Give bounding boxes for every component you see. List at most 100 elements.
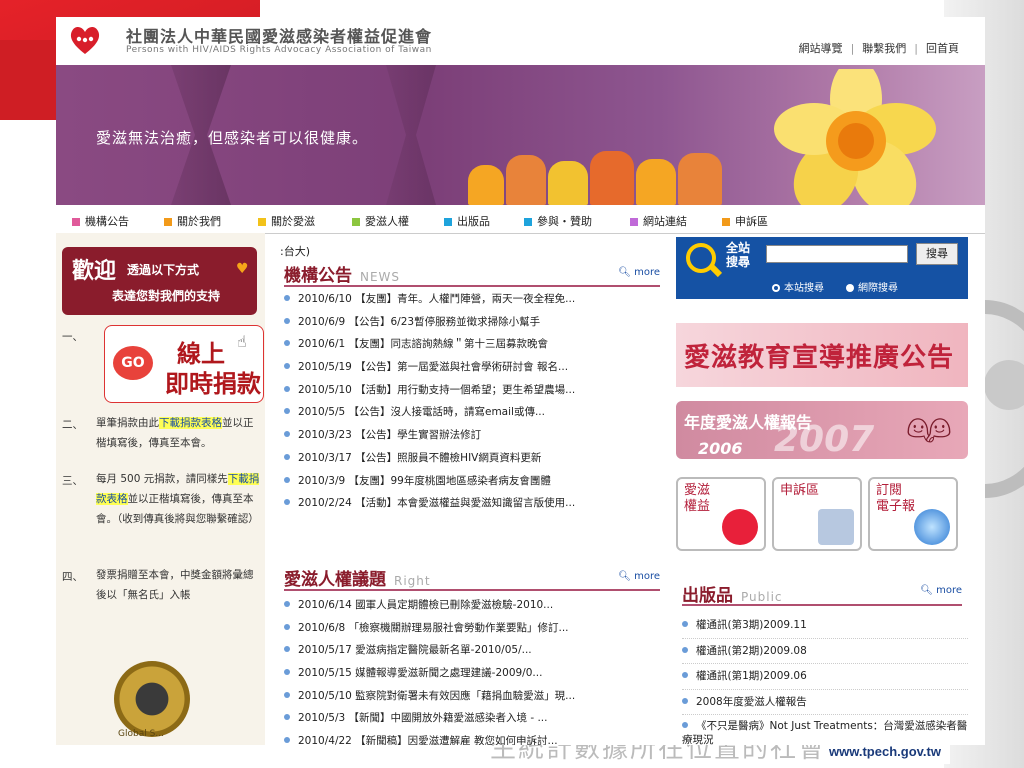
aids-rights-tile[interactable]: 愛滋 權益 [676,477,766,551]
rights-item[interactable]: 2010/5/10 監察院對衛署未有效因應「藉捐血驗愛滋」現... [284,688,664,711]
welcome-title: 歡迎 [72,258,117,284]
news-item[interactable]: 2010/5/5 【公告】沒人接電話時，請寫email或傳... [284,404,664,427]
nav-announcements[interactable]: 機構公告 [72,213,129,229]
welcome-line-2: 表達您對我們的支持 [112,289,221,303]
bullet-icon [284,295,290,301]
publications-list: 權通訊(第3期)2009.11 權通訊(第2期)2009.08 權通訊(第1期)… [682,613,968,745]
main-content: :台大) 機構公告 NEWS 🔍︎ more 2010/6/10 【友團】青年。人… [276,233,666,745]
subscribe-newsletter-tile[interactable]: 訂閱 電子報 [868,477,958,551]
search-option-site[interactable]: 本站搜尋 [772,279,824,294]
search-button[interactable]: 搜尋 [916,243,958,265]
toplink-contact[interactable]: 聯繫我們 [862,42,906,55]
news-item[interactable]: 2010/6/9 【公告】6/23暫停服務並徵求掃除小幫手 [284,314,664,337]
step-number: 一、 [62,331,83,343]
news-item[interactable]: 2010/3/17 【公告】照服員不體檢HIV網頁資料更新 [284,450,664,473]
bullet-icon [284,385,290,392]
radio-icon [846,284,854,292]
human-rights-report-banner[interactable]: 年度愛滋人權報告 2006 2007 👫︎ [676,401,968,460]
news-list: 2010/6/10 【友團】青年。人權鬥陣營，兩天一夜全程免... 2010/6… [284,291,664,518]
hourglass-decoration [386,65,436,205]
publication-item[interactable]: 《不只是醫病》Not Just Treatments：台灣愛滋感染者醫療現況 [682,715,968,745]
section-divider [284,285,660,287]
news-item[interactable]: 2010/2/24 【活動】本會愛滋權益與愛滋知識留言版使用... [284,495,664,518]
nav-about-aids[interactable]: 關於愛滋 [258,213,315,229]
news-item[interactable]: 2010/6/1 【友團】同志諮詢熱線＂第十三屆募款晚會 [284,336,664,359]
secure-seal-icon[interactable] [114,661,190,737]
radio-selected-icon [772,284,780,292]
nav-publications[interactable]: 出版品 [444,213,490,229]
bullet-icon [284,714,290,721]
site-header: 社團法人中華民國愛滋感染者權益促進會 Persons with HIV/AIDS… [56,17,985,65]
bullet-icon [284,499,290,506]
step-number: 三、 [62,475,83,487]
website-screenshot: 社團法人中華民國愛滋感染者權益促進會 Persons with HIV/AIDS… [56,17,985,745]
publication-item[interactable]: 權通訊(第2期)2009.08 [682,639,968,664]
org-name-en: Persons with HIV/AIDS Rights Advocacy As… [126,45,432,55]
nav-complaints[interactable]: 申訴區 [722,213,768,229]
bullet-icon [284,669,290,676]
rights-more-link[interactable]: 🔍︎ more [618,571,660,582]
bullet-icon [284,646,290,653]
rights-item[interactable]: 2010/5/15 媒體報導愛滋新聞之處理建議-2009/0... [284,665,664,688]
publication-item[interactable]: 權通訊(第1期)2009.06 [682,664,968,690]
magnifier-icon: 🔍︎ [618,571,631,582]
nav-participate-sponsor[interactable]: 參與・贊助 [524,213,592,229]
heart-icon: ♥ [236,261,249,277]
complaints-tile[interactable]: 申訴區 [772,477,862,551]
toplink-sitemap[interactable]: 網站導覽 [799,42,843,55]
left-sidebar: 歡迎 透過以下方式 ♥ 表達您對我們的支持 一、 GO 線上 即時捐款 ☝ 二、… [56,233,265,745]
search-option-web[interactable]: 網際搜尋 [846,279,898,294]
news-item[interactable]: 2010/5/10 【活動】用行動支持一個希望；更生希望農場... [284,382,664,405]
org-name-zh[interactable]: 社團法人中華民國愛滋感染者權益促進會 [126,23,432,47]
hero-banner: 愛滋無法治癒，但感染者可以很健康。 [56,65,985,209]
rights-item[interactable]: 2010/4/22 【新聞稿】因愛滋遭解雇 教您如何申訴討... [284,733,664,745]
news-section-title: 機構公告 NEWS [284,266,401,286]
bullet-icon [682,697,688,704]
search-input[interactable] [766,245,908,263]
red-heart-logo-icon[interactable] [68,23,102,57]
bullet-icon [284,363,290,370]
online-donate-button[interactable]: GO 線上 即時捐款 ☝ [104,325,264,403]
education-announcement-banner[interactable]: 愛滋教育宣導推廣公告 [676,323,968,387]
site-search-box: 全站 搜尋 搜尋 本站搜尋 網際搜尋 [676,237,968,299]
right-sidebar: 全站 搜尋 搜尋 本站搜尋 網際搜尋 愛滋教育宣導推廣公告 年度愛滋人權報告 20… [676,233,968,745]
nav-aids-rights[interactable]: 愛滋人權 [352,213,409,229]
publication-item[interactable]: 2008年度愛滋人權報告 [682,690,968,715]
welcome-box: 歡迎 透過以下方式 ♥ 表達您對我們的支持 [62,247,257,315]
toplink-home[interactable]: 回首頁 [926,42,959,55]
go-badge: GO [113,346,153,380]
news-more-link[interactable]: 🔍︎ more [618,267,660,278]
magnifier-icon: 🔍︎ [618,267,631,278]
yellow-square-icon [258,218,266,226]
donate-label-2: 即時捐款 [165,369,261,398]
rights-item[interactable]: 2010/5/17 愛滋病指定醫院最新名單-2010/05/... [284,642,664,665]
news-item[interactable]: 2010/3/9 【友團】99年度桃園地區感染者病友會團體 [284,473,664,496]
rights-item[interactable]: 2010/5/3 【新聞】中國開放外籍愛滋感染者入境 - ... [284,710,664,733]
news-item[interactable]: 2010/6/10 【友團】青年。人權鬥陣營，兩天一夜全程免... [284,291,664,314]
bullet-icon [682,621,688,627]
publication-item[interactable]: 權通訊(第3期)2009.11 [682,613,968,639]
slide-red-accent-lower [0,40,60,120]
bullet-icon [284,737,290,744]
nav-about-us[interactable]: 關於我們 [164,213,221,229]
nav-web-links[interactable]: 網站連結 [630,213,687,229]
bullet-icon [284,476,290,483]
top-links: 網站導覽 | 聯繫我們 | 回首頁 [798,42,959,55]
main-nav: 機構公告 關於我們 關於愛滋 愛滋人權 出版品 參與・贊助 網站連結 申訴區 [56,205,985,234]
publications-more-link[interactable]: 🔍︎ more [920,585,962,596]
purple-square-icon [630,218,638,226]
bullet-icon [284,340,290,347]
welcome-line-1: 透過以下方式 [127,263,200,277]
step-2-text: 單筆捐款由此下載捐款表格並以正楷填寫後，傳真至本會。 [96,417,254,449]
people-silhouettes-image [456,149,736,205]
blue-square-icon [444,218,452,226]
news-item[interactable]: 2010/5/19 【公告】第一屆愛滋與社會學術研討會 報名... [284,359,664,382]
bullet-icon [682,672,688,678]
rights-item[interactable]: 2010/6/8 「檢察機關辦理易服社會勞動作業要點」修訂... [284,620,664,643]
news-item[interactable]: 2010/3/23 【公告】學生實習辦法修訂 [284,427,664,450]
pink-square-icon [72,218,80,226]
publications-section-title: 出版品 Public [682,586,783,606]
rights-item[interactable]: 2010/6/14 國軍人員定期體檢已刪除愛滋檢驗-2010... [284,597,664,620]
search-label: 全站 搜尋 [726,241,751,269]
download-form-link[interactable]: 下載捐款表格 [159,417,222,429]
